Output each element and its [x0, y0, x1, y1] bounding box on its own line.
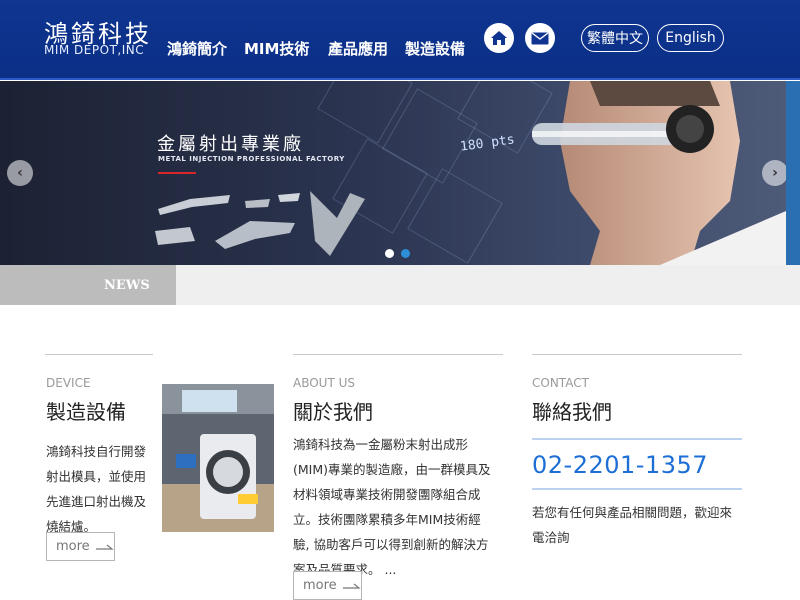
- device-equipment-photo: [162, 384, 274, 532]
- nav-item-about-company[interactable]: 鴻錡簡介: [167, 38, 227, 59]
- about-line: (MIM)專業的製造廠，由一群模具及: [293, 462, 491, 477]
- banner-title: 金屬射出專業廠: [157, 134, 304, 155]
- more-label: more: [56, 539, 90, 554]
- device-line: 鴻錡科技自行開發: [46, 444, 147, 459]
- chevron-right-icon: ›: [772, 165, 778, 181]
- about-divider: [293, 354, 503, 355]
- device-line: 先進進口射出機及: [46, 494, 147, 509]
- about-section-label: ABOUT US: [293, 376, 356, 390]
- phone-divider-bottom: [532, 488, 742, 490]
- language-traditional-chinese-button[interactable]: 繁體中文: [581, 24, 649, 52]
- contact-line: 若您有任何與產品相關問題，歡迎來: [532, 505, 733, 520]
- banner-edge-strip: [786, 81, 800, 265]
- about-line: 材料領域專業技術開發團隊組合成: [293, 487, 481, 502]
- about-line: 立。技術團隊累積多年MIM技術經: [293, 512, 481, 527]
- contact-description: 若您有任何與產品相關問題，歡迎來 電洽詢: [532, 500, 732, 550]
- about-more-button[interactable]: more: [293, 571, 362, 600]
- carousel-next-button[interactable]: ›: [762, 160, 786, 186]
- arrow-right-icon: [95, 544, 114, 550]
- chevron-left-icon: ‹: [17, 165, 23, 181]
- nav-item-product-application[interactable]: 產品應用: [328, 38, 388, 59]
- mail-icon: [531, 31, 549, 44]
- site-header: 鴻錡科技 MIM DEPOT,INC 鴻錡簡介 MIM技術 產品應用 製造設備 …: [0, 0, 800, 80]
- carousel-dot-2-active[interactable]: [401, 249, 410, 258]
- language-english-button[interactable]: English: [657, 24, 724, 52]
- about-line: 驗, 協助客戶可以得到創新的解決方: [293, 537, 489, 552]
- home-button[interactable]: [484, 23, 514, 53]
- mail-button[interactable]: [525, 23, 555, 53]
- hero-banner: 金屬射出專業廠 METAL INJECTION PROFESSIONAL FAC…: [0, 81, 786, 265]
- home-icon: [491, 31, 507, 45]
- more-label: more: [303, 578, 337, 593]
- logo-english[interactable]: MIM DEPOT,INC: [44, 43, 144, 57]
- nav-item-mim-technology[interactable]: MIM技術: [244, 38, 309, 59]
- about-description: 鴻錡科技為一金屬粉末射出成形 (MIM)專業的製造廠，由一群模具及 材料領域專業…: [293, 432, 491, 582]
- device-description: 鴻錡科技自行開發 射出模具，並使用 先進進口射出機及 燒結爐。: [46, 439, 146, 539]
- about-line: 鴻錡科技為一金屬粉末射出成形: [293, 437, 469, 452]
- about-section-title[interactable]: 關於我們: [293, 396, 373, 425]
- news-tab[interactable]: NEWS: [0, 265, 176, 305]
- device-section-title[interactable]: 製造設備: [46, 396, 126, 425]
- device-line: 射出模具，並使用: [46, 469, 147, 484]
- device-section-label: DEVICE: [46, 376, 91, 390]
- arrow-right-icon: [342, 583, 361, 589]
- contact-section-label: CONTACT: [532, 376, 589, 390]
- banner-accent-line: [158, 172, 196, 174]
- device-more-button[interactable]: more: [46, 532, 115, 561]
- device-divider: [45, 354, 153, 355]
- contact-phone-number[interactable]: 02-2201-1357: [532, 451, 708, 479]
- banner-metal-parts-image: [155, 191, 365, 256]
- carousel-dot-1[interactable]: [385, 249, 394, 258]
- contact-line: 電洽詢: [532, 530, 570, 545]
- banner-person-image: [532, 81, 786, 265]
- news-bar: NEWS: [0, 265, 800, 305]
- banner-subtitle: METAL INJECTION PROFESSIONAL FACTORY: [158, 155, 345, 163]
- contact-section-title[interactable]: 聯絡我們: [532, 396, 612, 425]
- nav-item-equipment[interactable]: 製造設備: [405, 38, 465, 59]
- contact-divider: [532, 354, 742, 355]
- carousel-prev-button[interactable]: ‹: [7, 160, 33, 186]
- phone-divider-top: [532, 438, 742, 440]
